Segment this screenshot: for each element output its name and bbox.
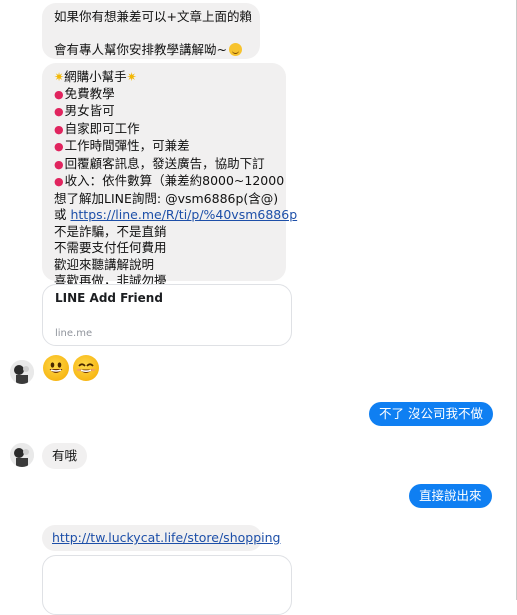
- outgoing-message-1: 不了 沒公司我不做: [369, 402, 493, 426]
- link-preview-card[interactable]: LINE Add Friend line.me: [42, 284, 292, 346]
- message-text-part: 會有專人幫你安排教學講解呦~: [54, 42, 227, 57]
- title-text: 網購小幫手: [64, 69, 127, 84]
- contact-prefix: 想了解加LINE詢問:: [54, 190, 166, 206]
- message-text: 有哦: [52, 448, 78, 463]
- feature-item: ●回覆顧客訊息，發送廣告，協助下訂: [54, 156, 274, 174]
- feature-item: ●男女皆可: [54, 103, 274, 121]
- feature-text: 自家即可工作: [64, 120, 140, 136]
- avatar[interactable]: [10, 360, 34, 384]
- shopping-link[interactable]: http://tw.luckycat.life/store/shopping: [52, 530, 280, 547]
- incoming-message-1: 如果你有想兼差可以+文章上面的賴 會有專人幫你安排教學講解呦~: [42, 3, 260, 59]
- feature-text: 免費教學: [64, 85, 115, 101]
- avatar-image: [10, 443, 34, 467]
- round-pushpin-icon: ●: [54, 105, 64, 118]
- feature-item: ●工作時間彈性，可兼差: [54, 138, 274, 156]
- feature-text: 工作時間彈性，可兼差: [64, 138, 190, 153]
- round-pushpin-icon: ●: [54, 140, 64, 153]
- round-pushpin-icon: ●: [54, 122, 64, 136]
- message-title: ✷網購小幫手✷: [54, 69, 274, 86]
- card-domain: line.me: [55, 328, 93, 339]
- message-text: 會有專人幫你安排教學講解呦~: [54, 42, 248, 59]
- avatar-image: [10, 360, 34, 384]
- note-line: 不需要支付任何費用: [54, 240, 167, 255]
- link-line: 或 https://line.me/R/ti/p/%40vsm6886p: [54, 207, 297, 224]
- link-preview-card[interactable]: [42, 555, 292, 615]
- or-label: 或: [54, 207, 71, 222]
- avatar[interactable]: [10, 443, 34, 467]
- message-text: 如果你有想兼差可以+文章上面的賴: [54, 9, 252, 24]
- winking-smiley-icon: [228, 43, 242, 56]
- feature-text: 回覆顧客訊息，發送廣告，協助下訂: [64, 155, 265, 171]
- feature-item: ●免費教學: [54, 86, 274, 104]
- feature-item: ●自家即可工作: [54, 121, 274, 139]
- contact-line: 想了解加LINE詢問: @vsm6886p(含@): [54, 190, 278, 208]
- line-id: @vsm6886p(含@): [165, 190, 279, 206]
- feature-text: 男女皆可: [64, 103, 115, 118]
- round-pushpin-icon: ●: [54, 87, 64, 101]
- incoming-message-3: 有哦: [42, 443, 87, 469]
- sparkle-icon: ✷: [126, 70, 137, 84]
- sparkle-icon: ✷: [54, 70, 65, 84]
- feature-item: ●收入：依件數算（兼差約8000~12000: [54, 173, 284, 191]
- feature-text: 收入：依件數算（兼差約8000~12000: [64, 173, 285, 188]
- note-line: 歡迎來聽講解說明: [54, 256, 155, 272]
- card-title: LINE Add Friend: [55, 291, 163, 305]
- line-add-friend-link[interactable]: https://line.me/R/ti/p/%40vsm6886p: [70, 207, 297, 222]
- grinning-face-icon: [43, 355, 69, 381]
- outgoing-message-2: 直接說出來: [409, 484, 492, 508]
- incoming-message-4: http://tw.luckycat.life/store/shopping: [42, 525, 280, 551]
- smiling-face-icon: [73, 355, 99, 381]
- round-pushpin-icon: ●: [54, 175, 64, 188]
- incoming-message-2: ✷網購小幫手✷ ●免費教學 ●男女皆可 ●自家即可工作 ●工作時間彈性，可兼差 …: [42, 63, 297, 288]
- note-line: 不是詐騙，不是直銷: [54, 223, 167, 239]
- round-pushpin-icon: ●: [54, 157, 64, 171]
